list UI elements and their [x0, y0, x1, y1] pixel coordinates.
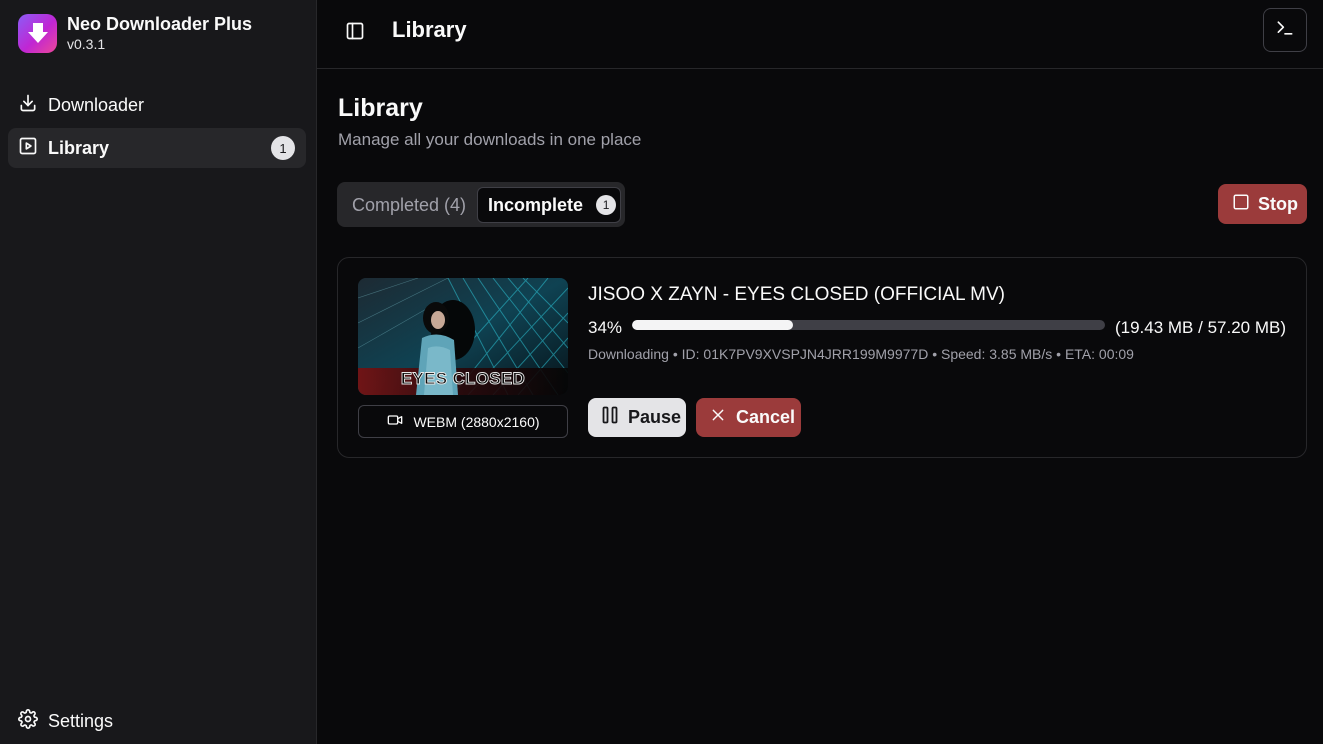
- download-icon: [18, 93, 38, 118]
- app-logo-icon: [18, 13, 57, 53]
- sidebar-item-label: Downloader: [48, 94, 145, 115]
- sidebar-toggle-button[interactable]: [341, 19, 369, 47]
- progress-percent: 34%: [588, 318, 623, 337]
- topbar: Library: [317, 0, 1323, 69]
- cancel-button[interactable]: Cancel: [696, 398, 801, 437]
- tab-completed[interactable]: Completed (4): [343, 187, 466, 223]
- sidebar-item-label: Library: [48, 137, 110, 158]
- format-badge: WEBM (2880x2160): [358, 405, 568, 438]
- video-library-icon: [18, 136, 38, 161]
- settings-label: Settings: [48, 710, 114, 731]
- sidebar-item-settings[interactable]: Settings: [8, 702, 306, 740]
- incomplete-count-badge: 1: [596, 195, 617, 215]
- video-thumbnail: EYES CLOSED: [358, 278, 568, 395]
- terminal-button[interactable]: [1263, 8, 1307, 52]
- tab-label: Incomplete: [488, 194, 584, 215]
- pause-label: Pause: [628, 407, 682, 427]
- thumbnail-title-text: EYES CLOSED: [401, 369, 525, 388]
- library-count-badge: 1: [271, 136, 295, 160]
- download-card: EYES CLOSED WEBM (2880x2160) JISOO X ZAY…: [337, 257, 1307, 458]
- pause-icon: [602, 406, 618, 429]
- stop-label: Stop: [1258, 193, 1298, 214]
- download-status-line: Downloading • ID: 01K7PV9XVSPJN4JRR199M9…: [588, 346, 1134, 362]
- page-title: Library: [338, 94, 423, 122]
- terminal-icon: [1275, 18, 1295, 43]
- sidebar-item-library[interactable]: Library 1: [8, 128, 306, 168]
- close-icon: [710, 407, 726, 428]
- stop-icon: [1232, 193, 1250, 216]
- sidebar: Neo Downloader Plus v0.3.1 Downloader Li…: [0, 0, 317, 744]
- video-camera-icon: [386, 412, 404, 431]
- sidebar-item-downloader[interactable]: Downloader: [8, 85, 306, 125]
- download-title: JISOO X ZAYN - EYES CLOSED (OFFICIAL MV): [588, 284, 1006, 305]
- stop-button[interactable]: Stop: [1218, 184, 1307, 224]
- progress-bar-fill: [632, 320, 793, 330]
- app-brand: Neo Downloader Plus v0.3.1: [18, 13, 252, 53]
- page-subtitle: Manage all your downloads in one place: [338, 130, 642, 149]
- progress-bar: [632, 320, 1105, 330]
- topbar-title: Library: [392, 17, 467, 42]
- tab-incomplete[interactable]: Incomplete 1: [477, 187, 621, 223]
- format-label: WEBM (2880x2160): [413, 413, 540, 430]
- library-tabs: Completed (4) Incomplete 1: [337, 182, 625, 227]
- cancel-label: Cancel: [736, 407, 796, 427]
- app-version: v0.3.1: [67, 36, 106, 52]
- download-size: (19.43 MB / 57.20 MB): [1114, 318, 1286, 337]
- tab-label: Completed (4): [352, 194, 467, 215]
- app-name: Neo Downloader Plus: [67, 14, 253, 34]
- gear-icon: [18, 708, 38, 734]
- pause-button[interactable]: Pause: [588, 398, 686, 437]
- panel-left-icon: [345, 21, 365, 46]
